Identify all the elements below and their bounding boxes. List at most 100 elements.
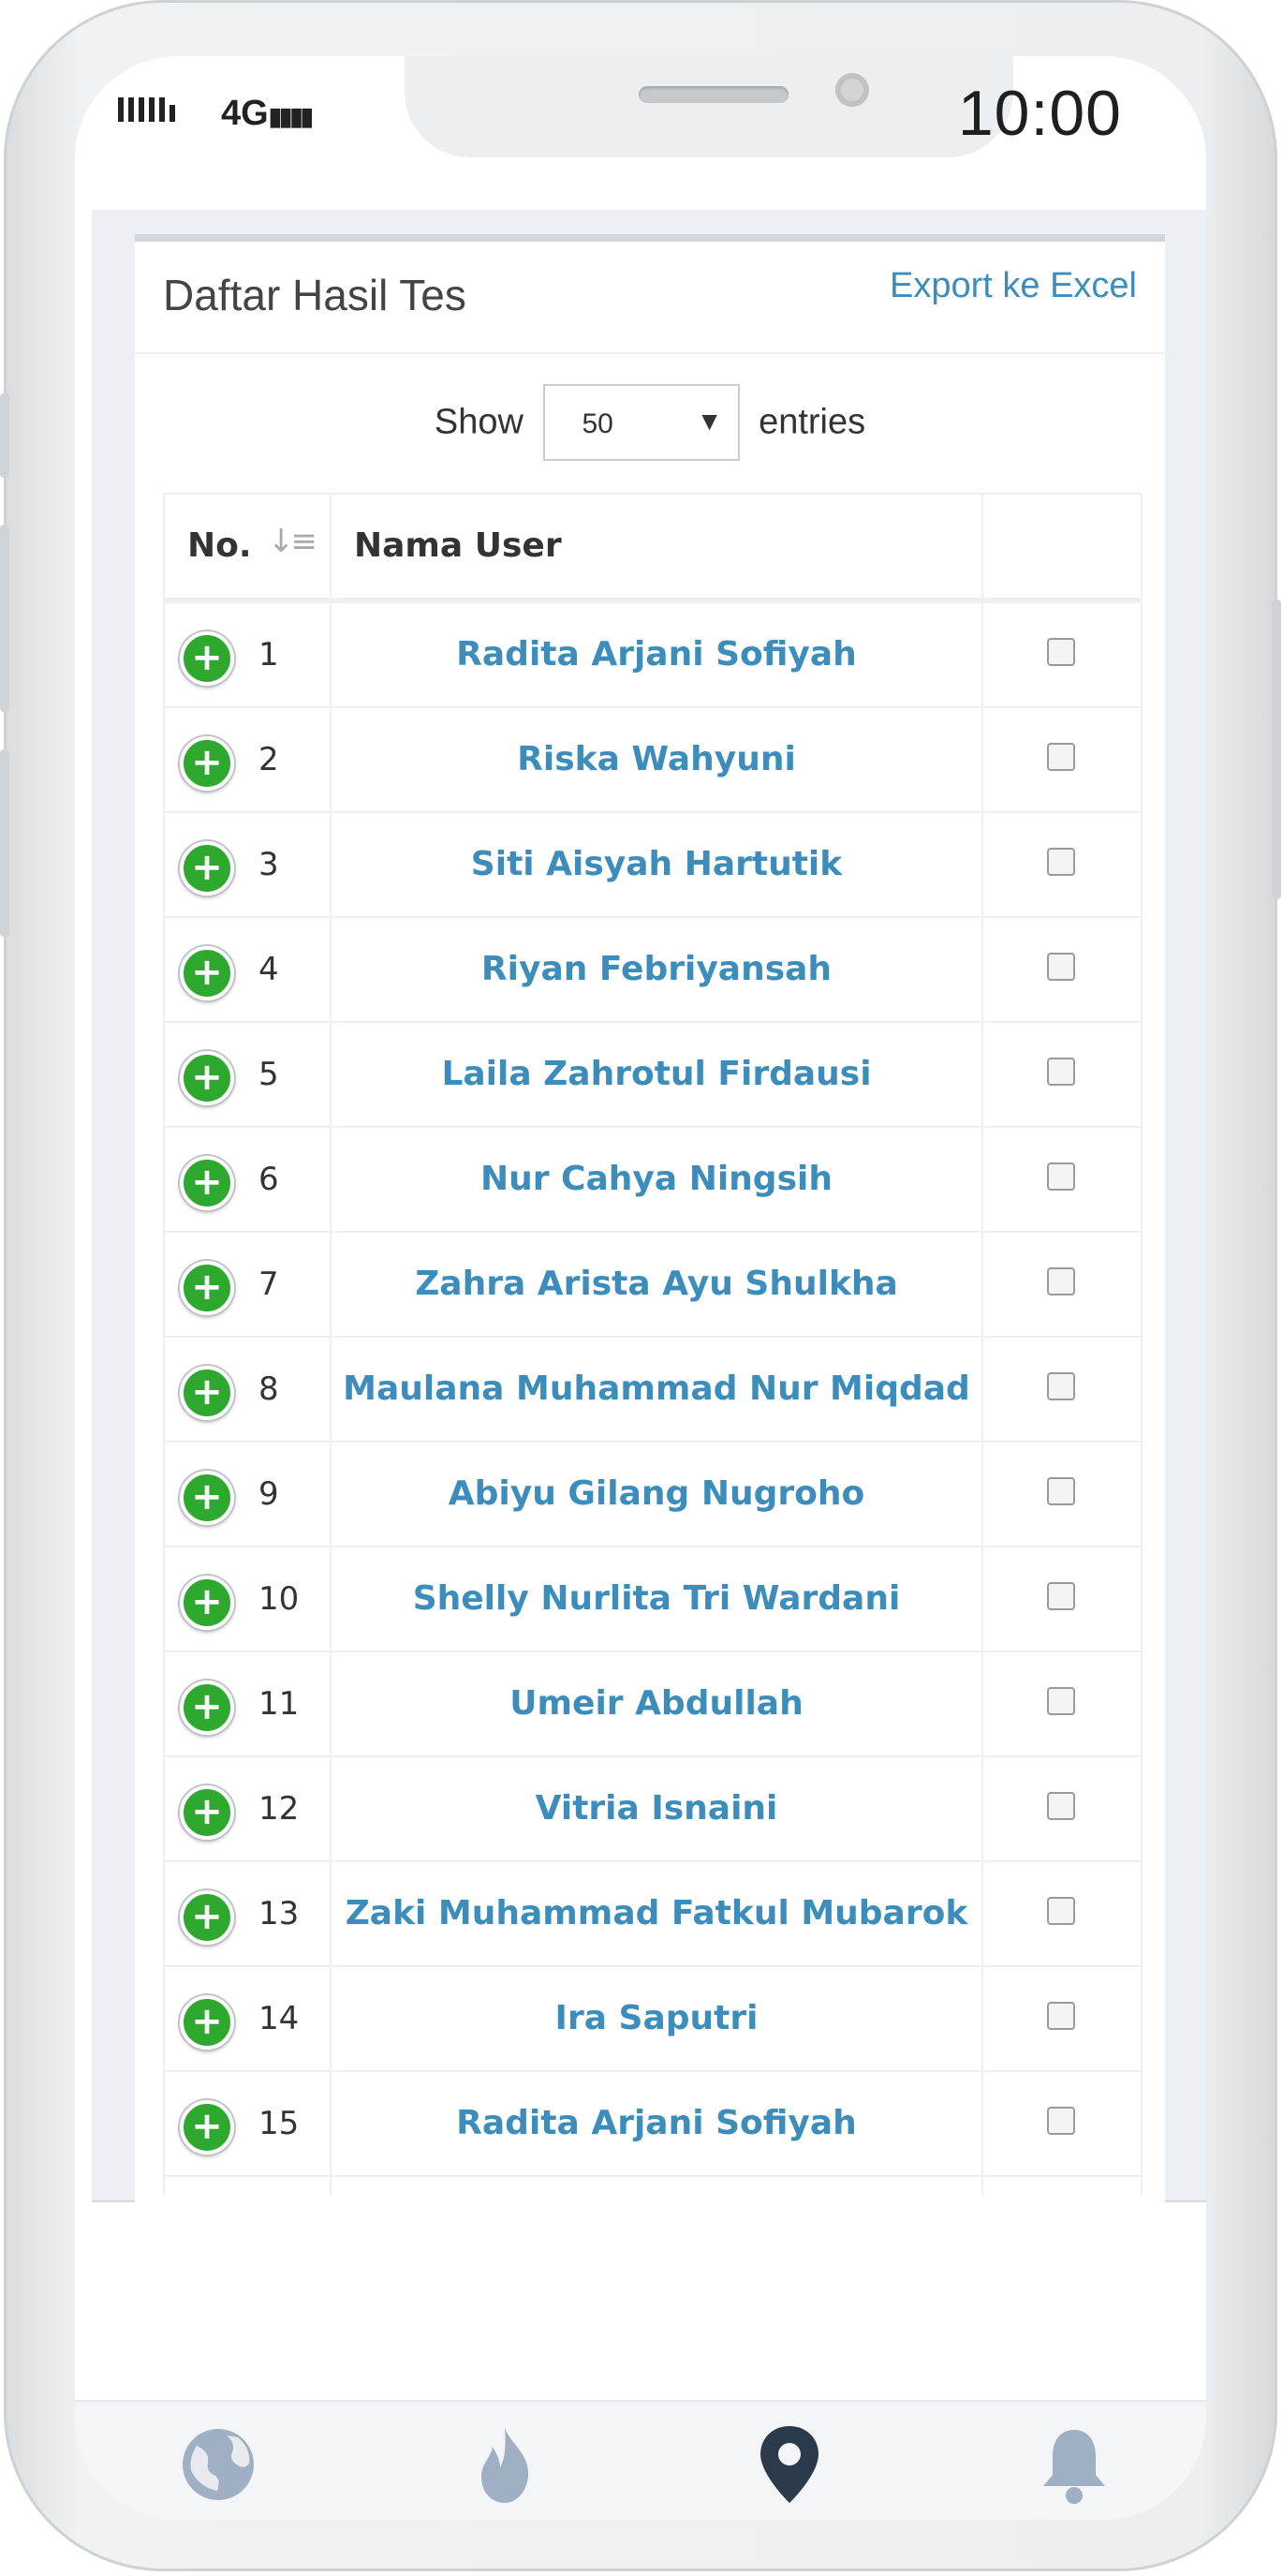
row-checkbox[interactable] [1047, 1582, 1075, 1610]
nav-globe[interactable] [176, 2422, 260, 2507]
location-pin-icon [760, 2426, 818, 2503]
row-checkbox[interactable] [1047, 743, 1075, 771]
table-body: +1 Radita Arjani Sofiyah +2 Riska Wahyuni +3… [165, 603, 1141, 2177]
row-number: 15 [258, 2105, 300, 2142]
user-name-link[interactable]: Radita Arjani Sofiyah [332, 2072, 983, 2175]
entries-select[interactable]: 50 ▼ [542, 384, 740, 461]
column-header-no[interactable]: No. ↓≡ [165, 495, 332, 598]
nav-flame[interactable] [463, 2422, 547, 2507]
row-checkbox[interactable] [1047, 1897, 1075, 1925]
camera [835, 73, 869, 107]
select-cell [983, 1547, 1141, 1651]
row-checkbox[interactable] [1047, 1792, 1075, 1820]
row-number-cell: +14 [165, 1967, 332, 2070]
expand-row-button[interactable]: + [180, 736, 234, 791]
expand-row-button[interactable]: + [180, 1366, 234, 1420]
row-number-cell: +13 [165, 1862, 332, 1965]
expand-row-button[interactable]: + [180, 1680, 234, 1735]
table-row: +11 Umeir Abdullah [165, 1652, 1141, 1757]
user-name-link[interactable]: Radita Arjani Sofiyah [332, 603, 983, 706]
user-name-link[interactable]: Maulana Muhammad Nur Miqdad [332, 1338, 983, 1441]
row-number: 1 [258, 636, 279, 674]
table-row: +2 Riska Wahyuni [165, 708, 1141, 813]
row-number: 7 [258, 1266, 279, 1303]
row-number-cell: +4 [165, 918, 332, 1021]
table-row: +1 Radita Arjani Sofiyah [165, 603, 1141, 708]
row-number-cell: +1 [165, 603, 332, 706]
row-number-cell: +10 [165, 1547, 332, 1651]
table-row: +7 Zahra Arista Ayu Shulkha [165, 1233, 1141, 1338]
expand-row-button[interactable]: + [180, 946, 234, 1000]
column-header-name[interactable]: Nama User [332, 495, 983, 598]
expand-row-button[interactable]: + [180, 1785, 234, 1840]
select-cell [983, 1233, 1141, 1336]
user-name-link[interactable]: Abiyu Gilang Nugroho [332, 1443, 983, 1546]
select-cell [983, 1443, 1141, 1546]
row-checkbox[interactable] [1047, 1267, 1075, 1295]
row-number: 5 [258, 1056, 279, 1093]
bell-icon [1043, 2430, 1105, 2504]
expand-row-button[interactable]: + [180, 1156, 234, 1210]
row-checkbox[interactable] [1047, 2002, 1075, 2030]
select-cell [983, 918, 1141, 1021]
expand-row-button[interactable]: + [180, 841, 234, 896]
row-checkbox[interactable] [1047, 1058, 1075, 1086]
row-checkbox[interactable] [1047, 1687, 1075, 1715]
export-excel-link[interactable]: Export ke Excel [890, 266, 1137, 306]
side-button [0, 393, 9, 478]
row-checkbox[interactable] [1047, 1372, 1075, 1400]
row-checkbox[interactable] [1047, 2107, 1075, 2135]
signal-icon [118, 97, 175, 122]
row-checkbox[interactable] [1047, 848, 1075, 876]
user-name-link[interactable]: Nur Cahya Ningsih [332, 1128, 983, 1231]
user-name-link[interactable]: Zaki Muhammad Fatkul Mubarok [332, 1862, 983, 1965]
row-checkbox[interactable] [1047, 953, 1075, 981]
expand-row-button[interactable]: + [180, 1576, 234, 1630]
row-number: 11 [258, 1685, 300, 1723]
row-checkbox[interactable] [1047, 1162, 1075, 1191]
table-row: +4 Riyan Febriyansah [165, 918, 1141, 1023]
table-row: +15 Radita Arjani Sofiyah [165, 2072, 1141, 2177]
bottom-nav [75, 2400, 1206, 2520]
row-number: 14 [258, 2000, 300, 2037]
user-name-link[interactable]: Riyan Febriyansah [332, 918, 983, 1021]
user-name-link[interactable]: Laila Zahrotul Firdausi [332, 1023, 983, 1126]
expand-row-button[interactable]: + [180, 1471, 234, 1525]
select-cell [983, 2072, 1141, 2175]
row-checkbox[interactable] [1047, 1477, 1075, 1505]
table-row: +14 Ira Saputri [165, 1967, 1141, 2072]
expand-row-button[interactable]: + [180, 1261, 234, 1315]
user-name-link[interactable]: Ira Saputri [332, 1967, 983, 2070]
expand-row-button[interactable]: + [180, 1890, 234, 1945]
entries-label: entries [759, 402, 866, 442]
row-number-cell: +11 [165, 1652, 332, 1755]
select-cell [983, 603, 1141, 706]
user-name-link[interactable]: Riska Wahyuni [332, 708, 983, 811]
show-label: Show [434, 402, 524, 442]
row-number: 6 [258, 1161, 279, 1198]
expand-row-button[interactable]: + [180, 631, 234, 686]
speaker [639, 86, 789, 103]
user-name-link[interactable]: Siti Aisyah Hartutik [332, 813, 983, 916]
nav-location[interactable] [747, 2422, 832, 2507]
expand-row-button[interactable]: + [180, 1995, 234, 2050]
phone-frame: 4G▮▮▮▮ 10:00 Daftar Hasil Tes Export ke … [0, 0, 1281, 2571]
row-number: 2 [258, 741, 279, 778]
select-cell [983, 1967, 1141, 2070]
user-name-link[interactable]: Shelly Nurlita Tri Wardani [332, 1547, 983, 1651]
expand-row-button[interactable]: + [180, 1051, 234, 1105]
user-name-link[interactable]: Vitria Isnaini [332, 1757, 983, 1860]
row-number-cell: +9 [165, 1443, 332, 1546]
row-number-cell: +8 [165, 1338, 332, 1441]
user-name-link[interactable]: Zahra Arista Ayu Shulkha [332, 1233, 983, 1336]
nav-notifications[interactable] [1032, 2422, 1116, 2507]
select-cell [983, 1652, 1141, 1755]
expand-row-button[interactable]: + [180, 2100, 234, 2154]
select-cell [983, 708, 1141, 811]
table-row-partial [165, 2177, 1141, 2196]
table-row: +3 Siti Aisyah Hartutik [165, 813, 1141, 918]
row-checkbox[interactable] [1047, 638, 1075, 666]
globe-icon [183, 2429, 254, 2500]
user-name-link[interactable]: Umeir Abdullah [332, 1652, 983, 1755]
table-row: +12 Vitria Isnaini [165, 1757, 1141, 1862]
